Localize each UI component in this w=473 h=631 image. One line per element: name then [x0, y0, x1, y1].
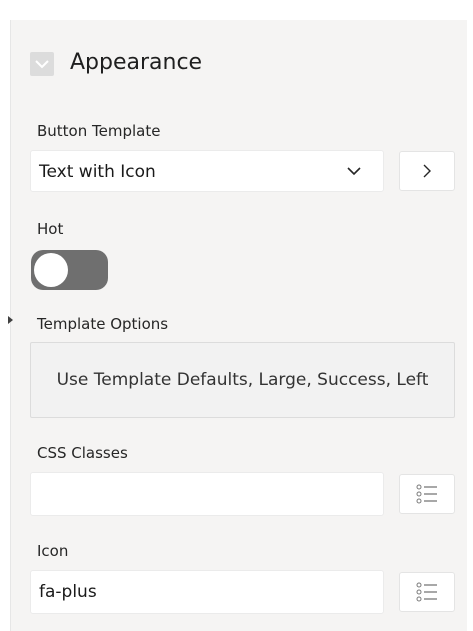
go-to-template-button[interactable]	[399, 151, 455, 191]
splitter-arrow-icon[interactable]	[8, 316, 13, 324]
chevron-right-icon	[423, 164, 431, 178]
button-template-select[interactable]: Text with Icon	[30, 150, 384, 192]
css-classes-input[interactable]	[30, 472, 384, 516]
list-icon	[416, 582, 437, 602]
hot-label: Hot	[37, 220, 64, 238]
icon-value: fa-plus	[39, 582, 97, 602]
chevron-down-icon	[35, 60, 49, 69]
template-options-label: Template Options	[37, 315, 169, 333]
toggle-knob	[34, 253, 68, 287]
icon-input[interactable]: fa-plus	[30, 570, 384, 614]
icon-label: Icon	[37, 542, 69, 560]
css-classes-list-button[interactable]	[399, 474, 455, 514]
button-template-label: Button Template	[37, 122, 161, 140]
chevron-down-icon	[347, 167, 361, 176]
collapse-button[interactable]	[30, 52, 54, 76]
template-options-field[interactable]: Use Template Defaults, Large, Success, L…	[30, 342, 455, 418]
list-icon	[416, 484, 437, 504]
css-classes-label: CSS Classes	[37, 444, 128, 462]
hot-toggle[interactable]	[31, 250, 108, 290]
button-template-value: Text with Icon	[39, 162, 156, 182]
template-options-value: Use Template Defaults, Large, Success, L…	[56, 369, 429, 390]
top-bar	[0, 0, 473, 21]
icon-list-button[interactable]	[399, 572, 455, 612]
section-title: Appearance	[70, 50, 203, 75]
